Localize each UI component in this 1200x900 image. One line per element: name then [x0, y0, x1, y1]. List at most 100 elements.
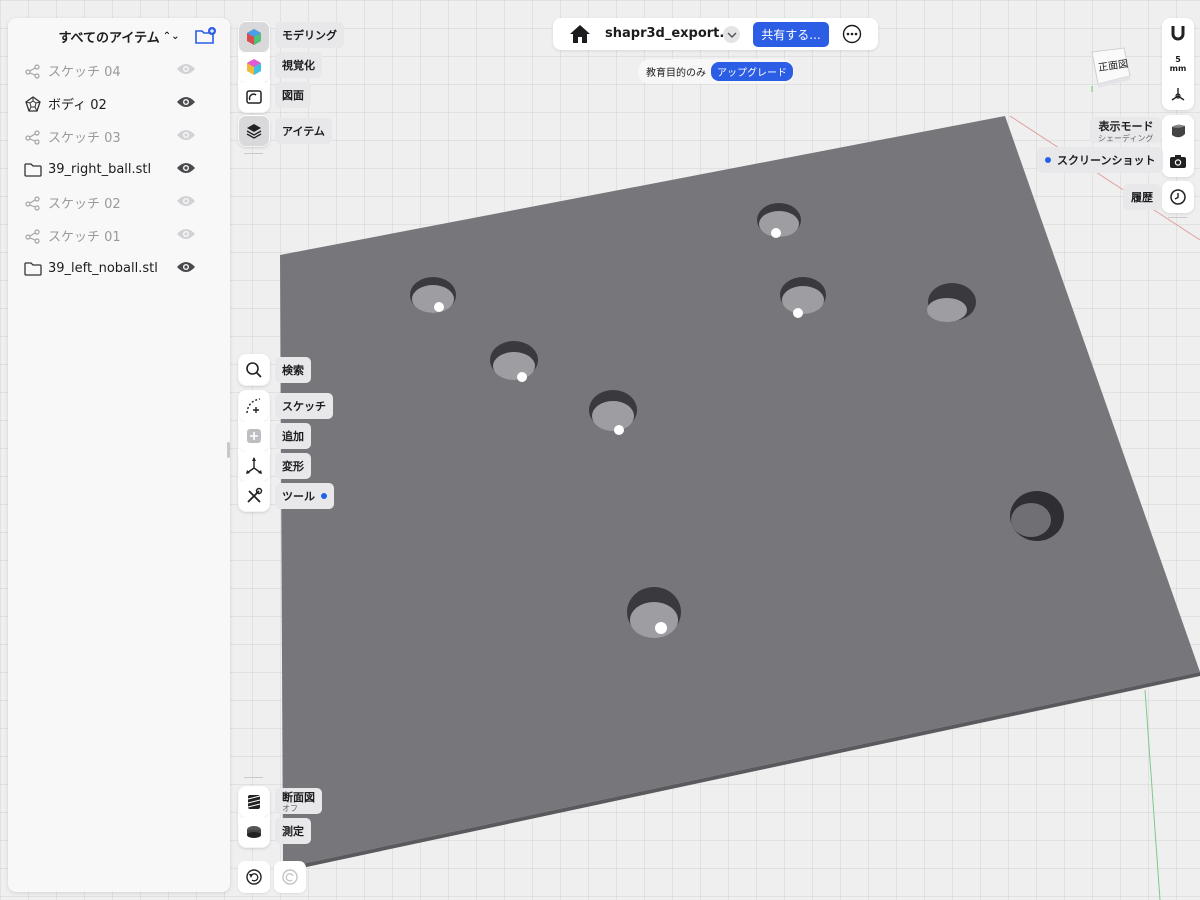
more-options-icon[interactable] — [842, 24, 862, 44]
eye-hidden-icon[interactable] — [176, 194, 196, 210]
eye-icon[interactable] — [176, 260, 196, 276]
panel-resize-handle[interactable] — [227, 442, 230, 458]
sketch-icon — [24, 128, 42, 146]
item-row[interactable]: 39_left_noball.stl — [8, 252, 230, 285]
tab-modeling[interactable] — [239, 22, 269, 52]
education-label: 教育目的のみ — [646, 68, 706, 79]
sketch-icon — [24, 227, 42, 245]
eye-icon[interactable] — [176, 95, 196, 111]
measure-button[interactable] — [239, 817, 269, 847]
sort-chevron-icon: ⌃⌄ — [162, 30, 180, 42]
display-mode-text: 表示モード — [1098, 119, 1154, 133]
snapping-button[interactable] — [1163, 19, 1193, 49]
tab-modeling-label[interactable]: モデリング — [275, 22, 344, 48]
document-menu-button[interactable] — [723, 26, 740, 43]
plate-body[interactable] — [280, 116, 1200, 868]
section-view-icon — [247, 795, 261, 809]
document-top-bar: shapr3d_export... 共有する... — [553, 18, 878, 50]
display-mode-label[interactable]: 表示モード シェーディング — [1090, 117, 1162, 143]
sketch-label[interactable]: スケッチ — [275, 393, 333, 419]
tab-items-label[interactable]: アイテム — [275, 118, 332, 144]
camera-icon — [1170, 155, 1186, 168]
sketch-button[interactable] — [239, 391, 269, 421]
history-button[interactable] — [1163, 182, 1193, 212]
snap-controls-group: 5 mm — [1162, 18, 1194, 110]
search-label[interactable]: 検索 — [275, 357, 311, 383]
tab-items[interactable] — [239, 116, 269, 146]
item-row[interactable]: スケッチ 01 — [8, 219, 230, 252]
sketch-icon — [24, 194, 42, 212]
new-folder-icon[interactable] — [194, 27, 216, 45]
add-label[interactable]: 追加 — [275, 423, 311, 449]
units-button[interactable]: 5 mm — [1163, 49, 1193, 79]
y-axis-line — [1144, 689, 1161, 900]
items-tab-group — [238, 115, 270, 147]
item-row[interactable]: 39_right_ball.stl — [8, 153, 230, 186]
screenshot-label[interactable]: スクリーンショット — [1037, 147, 1164, 173]
item-label: 39_left_noball.stl — [48, 261, 158, 276]
folder-icon — [24, 260, 42, 278]
hole[interactable] — [627, 587, 681, 638]
tools-button[interactable] — [239, 481, 269, 511]
hole[interactable] — [410, 277, 456, 313]
shading-icon — [1172, 124, 1185, 138]
share-button[interactable]: 共有する... — [753, 22, 829, 47]
undo-button[interactable] — [238, 861, 270, 893]
notification-dot — [1045, 157, 1051, 163]
history-group — [1162, 181, 1194, 213]
body-icon — [24, 95, 42, 113]
item-label: スケッチ 01 — [48, 230, 121, 245]
item-label: スケッチ 02 — [48, 197, 121, 212]
modeling-tools-group — [238, 390, 270, 512]
item-row[interactable]: スケッチ 04 — [8, 54, 230, 87]
document-title[interactable]: shapr3d_export... — [605, 26, 734, 41]
axes-button[interactable] — [1163, 79, 1193, 109]
search-icon — [246, 362, 262, 378]
eye-hidden-icon[interactable] — [176, 62, 196, 78]
units-value: 5 — [1175, 55, 1181, 64]
item-label: スケッチ 03 — [48, 131, 121, 146]
eye-hidden-icon[interactable] — [176, 128, 196, 144]
section-view-text: 断面図 — [282, 791, 315, 804]
upgrade-button[interactable]: アップグレード — [711, 62, 793, 81]
redo-button[interactable] — [274, 861, 306, 893]
search-button[interactable] — [239, 355, 269, 385]
screenshot-button[interactable] — [1163, 146, 1193, 176]
undo-icon — [246, 869, 262, 885]
transform-label[interactable]: 変形 — [275, 453, 311, 479]
clock-icon — [1170, 189, 1186, 205]
sketch-tool-icon — [246, 398, 261, 414]
item-label: ボディ 02 — [48, 98, 107, 113]
modeling-icon — [247, 29, 261, 45]
eye-icon[interactable] — [176, 161, 196, 177]
transform-icon — [246, 457, 262, 474]
tab-drawing[interactable] — [239, 82, 269, 112]
magnet-icon — [1171, 26, 1185, 41]
tab-visualize[interactable] — [239, 52, 269, 82]
section-view-button[interactable] — [239, 787, 269, 817]
item-row[interactable]: スケッチ 02 — [8, 186, 230, 219]
display-mode-value: シェーディング — [1098, 133, 1154, 143]
display-mode-button[interactable] — [1163, 116, 1193, 146]
sketch-icon — [24, 62, 42, 80]
layers-icon — [246, 124, 262, 139]
redo-icon — [282, 869, 298, 885]
item-row[interactable]: ボディ 02 — [8, 87, 230, 120]
search-tool-group — [238, 354, 270, 386]
eye-hidden-icon[interactable] — [176, 227, 196, 243]
tools-label-container[interactable]: ツール — [275, 483, 334, 509]
item-list: スケッチ 04 ボディ 02 スケッチ 03 39_right_ball.stl スケッ… — [8, 54, 230, 285]
section-view-label[interactable]: 断面図 オフ — [275, 788, 322, 814]
tab-drawing-label[interactable]: 図面 — [275, 82, 311, 108]
item-label: スケッチ 04 — [48, 65, 121, 80]
item-row[interactable]: スケッチ 03 — [8, 120, 230, 153]
transform-button[interactable] — [239, 451, 269, 481]
view-cube[interactable]: 正面図 — [1088, 46, 1134, 92]
add-button[interactable] — [239, 421, 269, 451]
measure-label[interactable]: 測定 — [275, 818, 311, 844]
home-icon[interactable] — [569, 24, 591, 44]
tab-visualize-label[interactable]: 視覚化 — [275, 52, 322, 78]
items-panel-header[interactable]: すべてのアイテム ⌃⌄ — [8, 18, 230, 54]
history-label[interactable]: 履歴 — [1123, 184, 1161, 210]
hole[interactable] — [1010, 491, 1064, 541]
